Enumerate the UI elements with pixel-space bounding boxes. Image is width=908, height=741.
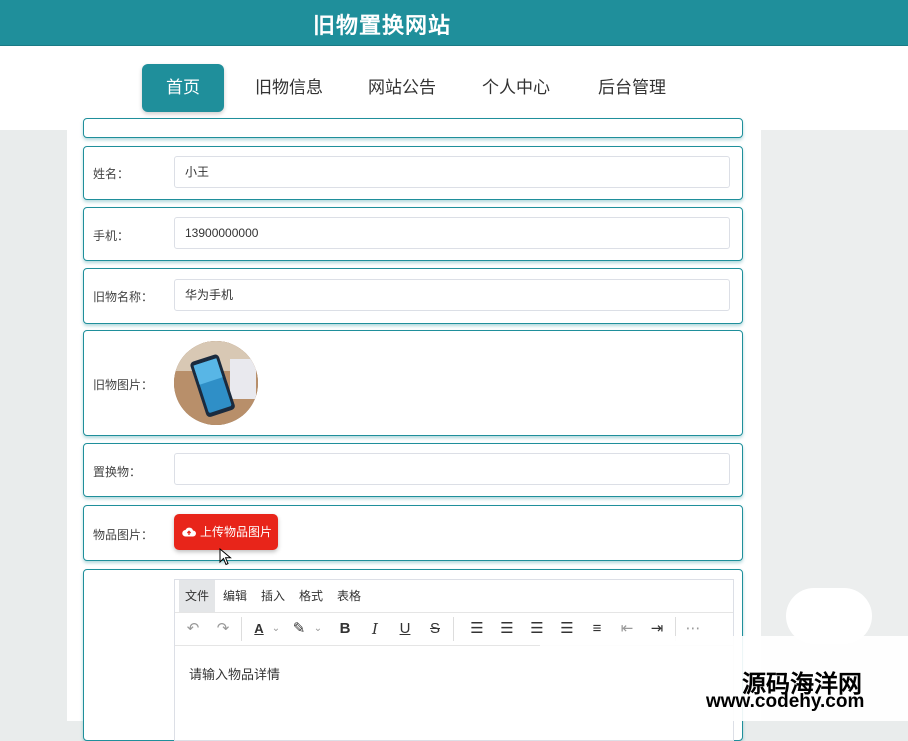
- mouse-cursor-icon: [219, 548, 232, 566]
- phone-label: 手机：: [93, 229, 130, 243]
- form-row-goods-image: 物品图片： 上传物品图片: [83, 505, 743, 561]
- undo-icon[interactable]: ↶: [181, 617, 205, 641]
- nav-admin[interactable]: 后台管理: [590, 64, 674, 112]
- upload-button[interactable]: 上传物品图片: [174, 514, 278, 550]
- exchange-label: 置换物：: [93, 465, 142, 479]
- menu-edit[interactable]: 编辑: [217, 580, 253, 612]
- form-row-phone: 手机： 13900000000: [83, 207, 743, 261]
- item-photo[interactable]: [174, 341, 258, 425]
- site-title: 旧物置换网站: [313, 13, 452, 38]
- form-row-item-name: 旧物名称： 华为手机: [83, 268, 743, 324]
- nav-item-info[interactable]: 旧物信息: [246, 64, 332, 112]
- bold-icon[interactable]: B: [333, 617, 357, 641]
- form-row-item-image: 旧物图片：: [83, 330, 743, 436]
- name-input[interactable]: 小王: [174, 156, 730, 188]
- align-left-icon[interactable]: ☰: [465, 617, 489, 641]
- toolbar-divider: [241, 617, 242, 641]
- menu-file[interactable]: 文件: [179, 580, 216, 612]
- form-row-partial: [83, 118, 743, 138]
- strikethrough-icon[interactable]: S: [423, 617, 447, 641]
- underline-icon[interactable]: U: [393, 617, 417, 641]
- chevron-down-icon[interactable]: ⌄: [311, 617, 325, 641]
- upload-button-label: 上传物品图片: [200, 525, 273, 539]
- highlight-icon[interactable]: ✎: [287, 617, 311, 641]
- text-color-icon[interactable]: A: [247, 617, 271, 641]
- editor-menubar: 文件 编辑 插入 格式 表格: [175, 580, 733, 613]
- goods-image-label: 物品图片：: [93, 528, 154, 542]
- nav-announcements[interactable]: 网站公告: [360, 64, 444, 112]
- watermark-url: www.codehy.com: [706, 691, 865, 712]
- toolbar-divider: [453, 617, 454, 641]
- top-bar: 旧物置换网站: [0, 0, 908, 47]
- exchange-input[interactable]: [174, 453, 730, 485]
- phone-photo-icon: [174, 341, 258, 425]
- chevron-down-icon[interactable]: ⌄: [269, 617, 283, 641]
- phone-input[interactable]: 13900000000: [174, 217, 730, 249]
- align-center-icon[interactable]: ☰: [495, 617, 519, 641]
- menu-insert[interactable]: 插入: [255, 580, 291, 612]
- nav-home[interactable]: 首页: [142, 64, 224, 112]
- item-name-label: 旧物名称：: [93, 290, 154, 304]
- name-label: 姓名：: [93, 167, 130, 181]
- menu-format[interactable]: 格式: [293, 580, 329, 612]
- italic-icon[interactable]: I: [363, 617, 387, 641]
- menu-table[interactable]: 表格: [331, 580, 367, 612]
- item-image-label: 旧物图片：: [93, 378, 154, 392]
- item-name-input[interactable]: 华为手机: [174, 279, 730, 311]
- redo-icon[interactable]: ↷: [211, 617, 235, 641]
- form-row-name: 姓名： 小王: [83, 146, 743, 200]
- cloud-upload-icon: [182, 527, 196, 537]
- nav-personal-center[interactable]: 个人中心: [474, 64, 558, 112]
- form-row-exchange: 置换物：: [83, 443, 743, 497]
- editor-placeholder[interactable]: 请输入物品详情: [189, 664, 280, 683]
